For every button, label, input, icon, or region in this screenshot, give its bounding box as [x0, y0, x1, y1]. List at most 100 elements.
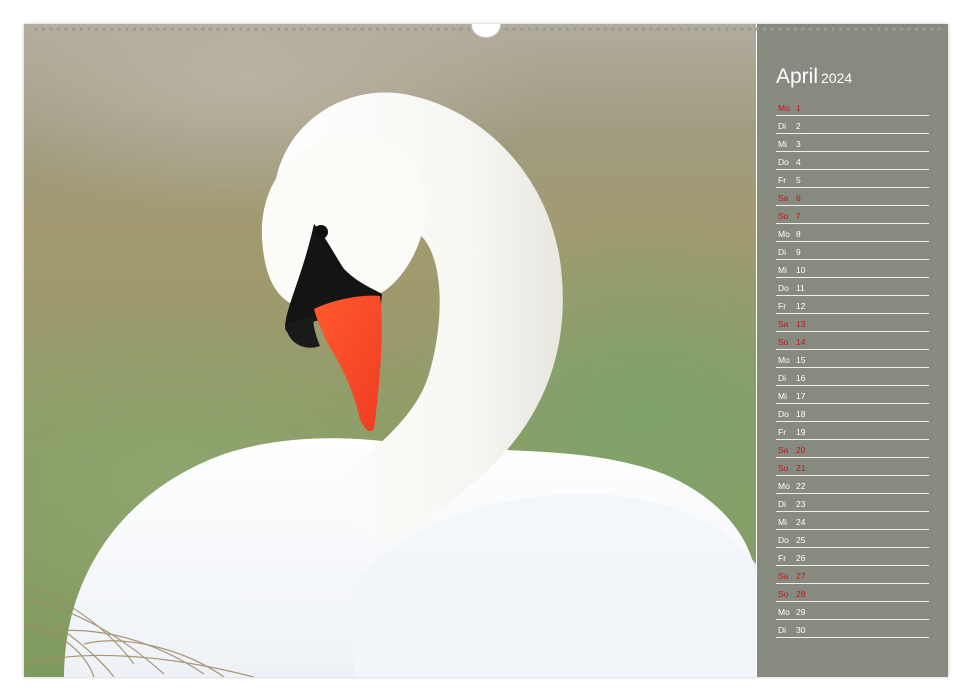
- day-number: 3: [796, 139, 801, 149]
- day-row: Do 4: [776, 152, 929, 170]
- weekday-label: Di: [778, 499, 787, 509]
- weekday-label: Fr: [778, 175, 787, 185]
- weekday-label: Mi: [778, 517, 787, 527]
- day-number: 16: [796, 373, 806, 383]
- day-row: Di 16: [776, 368, 929, 386]
- weekday-label: Sa: [778, 193, 789, 203]
- day-row: Sa 27: [776, 566, 929, 584]
- day-number: 4: [796, 157, 801, 167]
- weekday-label: Mo: [778, 481, 790, 491]
- day-row: Mi 3: [776, 134, 929, 152]
- weekday-label: Fr: [778, 553, 787, 563]
- day-number: 27: [796, 571, 806, 581]
- day-row: Do 25: [776, 530, 929, 548]
- wire-binding: [24, 24, 948, 38]
- weekday-label: Do: [778, 157, 789, 167]
- weekday-label: Do: [778, 283, 789, 293]
- day-row: Mo 8: [776, 224, 929, 242]
- weekday-label: Sa: [778, 319, 789, 329]
- weekday-label: Fr: [778, 301, 787, 311]
- day-number: 26: [796, 553, 806, 563]
- weekday-label: So: [778, 211, 789, 221]
- day-number: 1: [796, 103, 801, 113]
- weekday-label: Mo: [778, 355, 790, 365]
- day-number: 28: [796, 589, 806, 599]
- day-row: Sa 13: [776, 314, 929, 332]
- swan-beak: [314, 295, 382, 431]
- weekday-label: Mi: [778, 391, 787, 401]
- day-row: Sa 6: [776, 188, 929, 206]
- day-number: 30: [796, 625, 806, 635]
- day-number: 29: [796, 607, 806, 617]
- weekday-label: So: [778, 337, 789, 347]
- weekday-label: Do: [778, 409, 789, 419]
- weekday-label: So: [778, 589, 789, 599]
- day-row: Mo 22: [776, 476, 929, 494]
- day-number: 9: [796, 247, 801, 257]
- day-number: 17: [796, 391, 806, 401]
- day-number: 11: [796, 283, 805, 293]
- day-number: 24: [796, 517, 806, 527]
- weekday-label: Di: [778, 373, 787, 383]
- day-number: 8: [796, 229, 801, 239]
- day-row: So 7: [776, 206, 929, 224]
- year-label: 2024: [821, 70, 853, 86]
- day-number: 5: [796, 175, 801, 185]
- day-number: 20: [796, 445, 806, 455]
- day-row: Fr 26: [776, 548, 929, 566]
- weekday-label: Sa: [778, 445, 789, 455]
- calendar-page: April 2024 Mo 1 Di 2 Mi 3 Do 4 Fr 5 Sa 6 So 7 Mo 8 Di 9 Mi 1…: [24, 24, 948, 677]
- day-list: Mo 1 Di 2 Mi 3 Do 4 Fr 5 Sa 6 So 7 Mo 8 Di 9 Mi 10 Do 11 Fr 12 S…: [776, 98, 929, 638]
- day-number: 23: [796, 499, 806, 509]
- day-row: Mo 29: [776, 602, 929, 620]
- day-row: Mi 17: [776, 386, 929, 404]
- weekday-label: Mo: [778, 607, 790, 617]
- day-row: Fr 12: [776, 296, 929, 314]
- swan-illustration: [24, 92, 756, 677]
- day-row: Di 9: [776, 242, 929, 260]
- weekday-label: Mo: [778, 103, 790, 113]
- month-title: April 2024: [776, 65, 852, 89]
- weekday-label: Mo: [778, 229, 790, 239]
- swan-photo: [24, 24, 756, 677]
- weekday-label: Sa: [778, 571, 789, 581]
- weekday-label: So: [778, 463, 789, 473]
- weekday-label: Mi: [778, 139, 787, 149]
- day-number: 13: [796, 319, 806, 329]
- day-row: Sa 20: [776, 440, 929, 458]
- weekday-label: Do: [778, 535, 789, 545]
- weekday-label: Fr: [778, 427, 787, 437]
- day-row: Mi 10: [776, 260, 929, 278]
- day-number: 22: [796, 481, 806, 491]
- day-row: Di 23: [776, 494, 929, 512]
- day-row: Do 18: [776, 404, 929, 422]
- day-row: Mo 15: [776, 350, 929, 368]
- calendar-sidebar: April 2024 Mo 1 Di 2 Mi 3 Do 4 Fr 5 Sa 6 So 7 Mo 8 Di 9 Mi 1…: [757, 24, 948, 677]
- day-number: 18: [796, 409, 806, 419]
- day-number: 12: [796, 301, 806, 311]
- day-row: So 14: [776, 332, 929, 350]
- day-number: 21: [796, 463, 806, 473]
- day-row: Mo 1: [776, 98, 929, 116]
- day-number: 14: [796, 337, 806, 347]
- day-number: 10: [796, 265, 806, 275]
- day-row: Di 30: [776, 620, 929, 638]
- day-number: 7: [796, 211, 801, 221]
- day-row: So 28: [776, 584, 929, 602]
- day-number: 2: [796, 121, 801, 131]
- day-row: So 21: [776, 458, 929, 476]
- day-number: 19: [796, 427, 806, 437]
- weekday-label: Mi: [778, 265, 787, 275]
- day-number: 6: [796, 193, 801, 203]
- day-row: Fr 5: [776, 170, 929, 188]
- day-row: Fr 19: [776, 422, 929, 440]
- day-row: Di 2: [776, 116, 929, 134]
- weekday-label: Di: [778, 121, 787, 131]
- day-number: 15: [796, 355, 806, 365]
- day-row: Mi 24: [776, 512, 929, 530]
- weekday-label: Di: [778, 247, 787, 257]
- day-number: 25: [796, 535, 806, 545]
- weekday-label: Di: [778, 625, 787, 635]
- month-name: April: [776, 65, 819, 88]
- day-row: Do 11: [776, 278, 929, 296]
